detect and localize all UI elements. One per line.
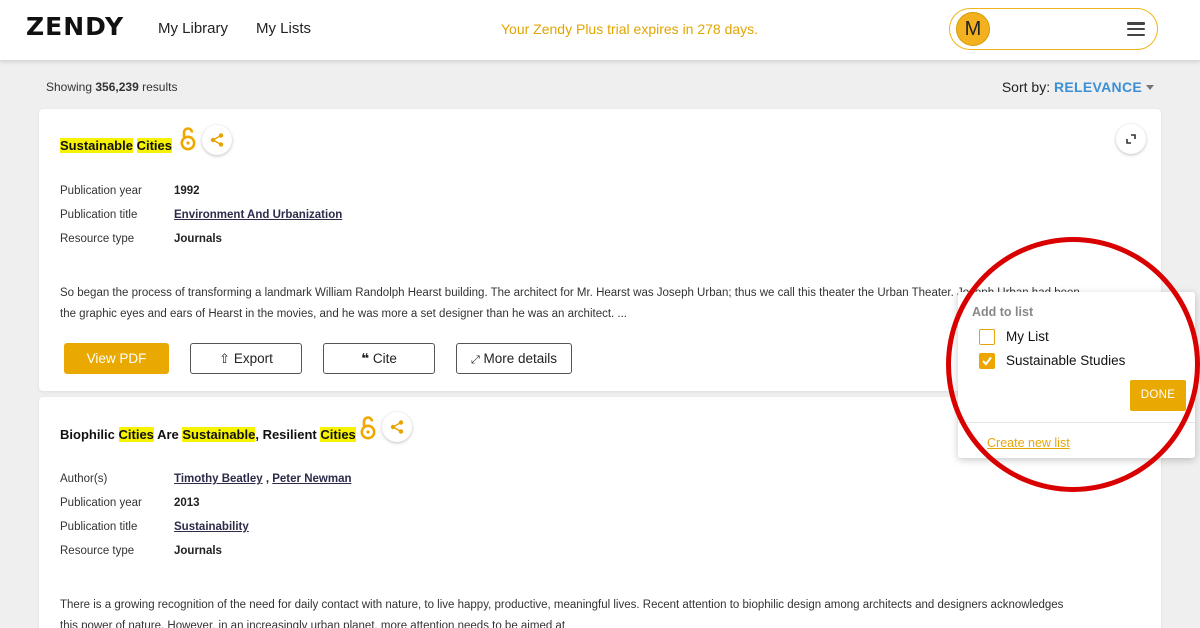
expand-icon — [1126, 134, 1136, 144]
resource-type: Journals — [174, 233, 222, 245]
zendy-logo[interactable]: ZENDY — [26, 12, 124, 41]
expand-button[interactable] — [1116, 124, 1146, 154]
more-details-button[interactable]: ⤢ More details — [456, 343, 572, 374]
top-header: ZENDY My Library My Lists Your Zendy Plu… — [0, 0, 1200, 60]
meta-label: Author(s) — [60, 473, 108, 485]
nav-my-lists[interactable]: My Lists — [256, 20, 311, 37]
checkbox-my-list[interactable] — [979, 329, 995, 345]
add-to-list-popup: Add to list My List Sustainable Studies … — [958, 292, 1195, 458]
share-icon — [210, 133, 224, 147]
trial-notice[interactable]: Your Zendy Plus trial expires in 278 day… — [501, 21, 758, 37]
view-pdf-button[interactable]: View PDF — [64, 343, 169, 374]
share-icon — [390, 420, 404, 434]
open-access-icon — [180, 127, 196, 151]
quote-icon: ❝ — [361, 351, 370, 366]
meta-label: Resource type — [60, 233, 135, 245]
done-button[interactable]: DONE — [1130, 380, 1186, 411]
meta-label: Publication year — [60, 185, 142, 197]
upload-icon: ⇧ — [219, 351, 231, 366]
cite-button[interactable]: ❝ Cite — [323, 343, 435, 374]
meta-label: Publication title — [60, 521, 138, 533]
publication-year: 1992 — [174, 185, 200, 197]
result-title[interactable]: Biophilic Cities Are Sustainable, Resili… — [60, 427, 356, 442]
publication-title-link[interactable]: Sustainability — [174, 521, 249, 533]
author-link[interactable]: Peter Newman — [272, 473, 351, 485]
meta-label: Resource type — [60, 545, 135, 557]
sort-dropdown[interactable]: Sort by: RELEVANCE — [1002, 79, 1142, 95]
divider — [958, 422, 1195, 423]
check-icon — [982, 356, 992, 366]
export-button[interactable]: ⇧ Export — [190, 343, 302, 374]
checkbox-sustainable-studies[interactable] — [979, 353, 995, 369]
publication-year: 2013 — [174, 497, 200, 509]
user-menu[interactable]: M — [949, 8, 1158, 50]
share-button[interactable] — [382, 412, 412, 442]
authors: Timothy Beatley , Peter Newman — [174, 473, 352, 485]
option-label[interactable]: Sustainable Studies — [1006, 353, 1125, 368]
meta-label: Publication title — [60, 209, 138, 221]
avatar[interactable]: M — [956, 12, 990, 46]
meta-label: Publication year — [60, 497, 142, 509]
open-access-icon — [360, 416, 376, 440]
option-label[interactable]: My List — [1006, 329, 1049, 344]
result-title[interactable]: Sustainable Cities — [60, 138, 172, 153]
expand-icon: ⤢ — [470, 354, 480, 366]
results-count: Showing 356,239 results — [46, 80, 178, 94]
hamburger-menu-icon[interactable] — [1127, 22, 1145, 37]
nav-my-library[interactable]: My Library — [158, 20, 228, 37]
abstract: There is a growing recognition of the ne… — [60, 599, 1064, 628]
sort-value: RELEVANCE — [1053, 79, 1142, 95]
resource-type: Journals — [174, 545, 222, 557]
share-button[interactable] — [202, 125, 232, 155]
chevron-down-icon[interactable] — [1146, 85, 1154, 90]
popup-title: Add to list — [972, 305, 1034, 319]
author-link[interactable]: Timothy Beatley — [174, 473, 263, 485]
create-new-list-link[interactable]: Create new list — [987, 436, 1070, 450]
publication-title-link[interactable]: Environment And Urbanization — [174, 209, 342, 221]
